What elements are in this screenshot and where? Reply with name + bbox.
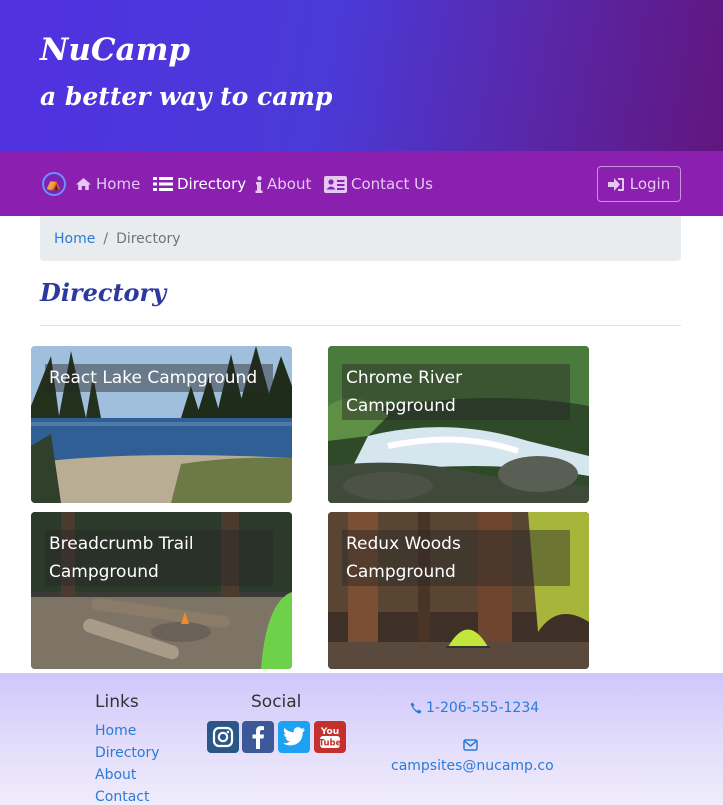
svg-text:You: You [320,727,339,737]
nav-item-about[interactable]: About [255,174,311,194]
brand-title: NuCamp [40,32,191,68]
campsite-name: Redux Woods Campground [342,530,570,586]
jumbotron: NuCamp a better way to camp [0,0,723,151]
breadcrumb-home-link[interactable]: Home [54,231,95,247]
campsite-name: React Lake Campground [45,364,273,392]
twitter-icon[interactable] [278,721,310,753]
campsite-card-breadcrumb-trail[interactable]: Breadcrumb Trail Campground [31,512,292,669]
breadcrumb-separator: / [103,230,109,247]
campsite-card-redux-woods[interactable]: Redux Woods Campground [328,512,589,669]
nav-item-label: Home [96,175,141,193]
home-icon [76,178,91,190]
nav-item-label: About [267,175,312,193]
footer-links-heading: Links [95,692,139,712]
breadcrumb: Home / Directory [40,216,681,261]
footer-link-home[interactable]: Home [95,723,136,739]
footer-phone: 1-206-555-1234 [426,700,540,716]
footer-link-about[interactable]: About [95,767,136,783]
facebook-icon[interactable] [242,721,274,753]
nav-item-label: Directory [177,175,247,193]
page-title: Directory [40,278,167,307]
footer-phone-link[interactable]: 1-206-555-1234 [410,700,539,716]
brand-tagline: a better way to camp [40,82,333,111]
nav-item-contact[interactable]: Contact Us [324,174,433,194]
campsite-name: Chrome River Campground [342,364,570,420]
footer-social-heading: Social [251,692,302,712]
login-button[interactable]: Login [597,166,681,202]
campsite-card-chrome-river[interactable]: Chrome River Campground [328,346,589,503]
login-label: Login [629,175,671,193]
nav-item-directory[interactable]: Directory [153,174,246,194]
envelope-icon [463,739,478,751]
list-icon [153,177,173,191]
instagram-icon[interactable] [207,721,239,753]
breadcrumb-current: Directory [116,230,181,247]
nucamp-logo-icon[interactable]: ⛺ [42,172,66,196]
footer-link-directory[interactable]: Directory [95,745,160,761]
nav-item-home[interactable]: Home [75,174,140,194]
sign-in-icon [607,177,624,191]
footer-email-link[interactable]: campsites@nucamp.co [391,758,554,774]
youtube-icon[interactable]: You Tube [314,721,346,753]
title-divider [40,325,681,326]
campsite-name: Breadcrumb Trail Campground [45,530,273,586]
phone-icon [410,702,422,714]
campsite-card-react-lake[interactable]: React Lake Campground [31,346,292,503]
info-icon [255,175,263,193]
address-card-icon [324,175,347,193]
nav-item-label: Contact Us [351,175,433,193]
footer-link-contact[interactable]: Contact [95,789,149,805]
svg-text:Tube: Tube [319,739,342,749]
